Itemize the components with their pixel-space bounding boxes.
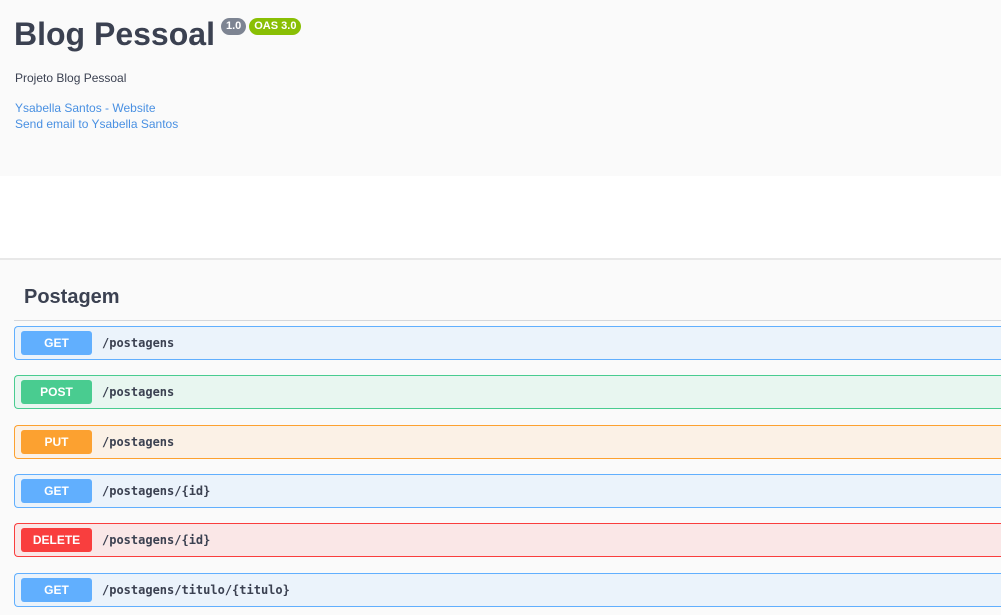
operation-path: /postagens — [102, 336, 175, 350]
api-info: Blog Pessoal 1.0 OAS 3.0 Projeto Blog Pe… — [0, 0, 1001, 176]
method-badge: DELETE — [21, 528, 92, 552]
api-description: Projeto Blog Pessoal — [15, 71, 127, 85]
method-badge: GET — [21, 479, 92, 503]
operation-path: /postagens/{id} — [102, 484, 211, 498]
method-badge: GET — [21, 578, 92, 602]
api-title: Blog Pessoal — [14, 16, 215, 52]
operation-row[interactable]: PUT /postagens — [14, 425, 1001, 459]
oas-badge: OAS 3.0 — [249, 18, 302, 35]
operation-row[interactable]: GET /postagens/{id} — [14, 474, 1001, 508]
operation-path: /postagens — [102, 435, 175, 449]
operation-row[interactable]: GET /postagens — [14, 326, 1001, 360]
method-badge: GET — [21, 331, 92, 355]
method-badge: PUT — [21, 430, 92, 454]
operation-row[interactable]: GET /postagens/titulo/{titulo} — [14, 573, 1001, 607]
contact-email-link[interactable]: Send email to Ysabella Santos — [15, 116, 178, 132]
contact-website-link[interactable]: Ysabella Santos - Website — [15, 100, 178, 116]
operation-row[interactable]: DELETE /postagens/{id} — [14, 523, 1001, 557]
operation-path: /postagens/titulo/{titulo} — [102, 583, 290, 597]
tag-title: Postagem — [24, 286, 120, 308]
tag-header[interactable]: Postagem — [14, 280, 1001, 321]
title-row: Blog Pessoal 1.0 OAS 3.0 — [14, 14, 302, 54]
operation-row[interactable]: POST /postagens — [14, 375, 1001, 409]
operation-path: /postagens — [102, 385, 175, 399]
contact-info: Ysabella Santos - Website Send email to … — [15, 100, 178, 132]
version-badge: 1.0 — [220, 18, 247, 35]
operation-path: /postagens/{id} — [102, 533, 211, 547]
method-badge: POST — [21, 380, 92, 404]
